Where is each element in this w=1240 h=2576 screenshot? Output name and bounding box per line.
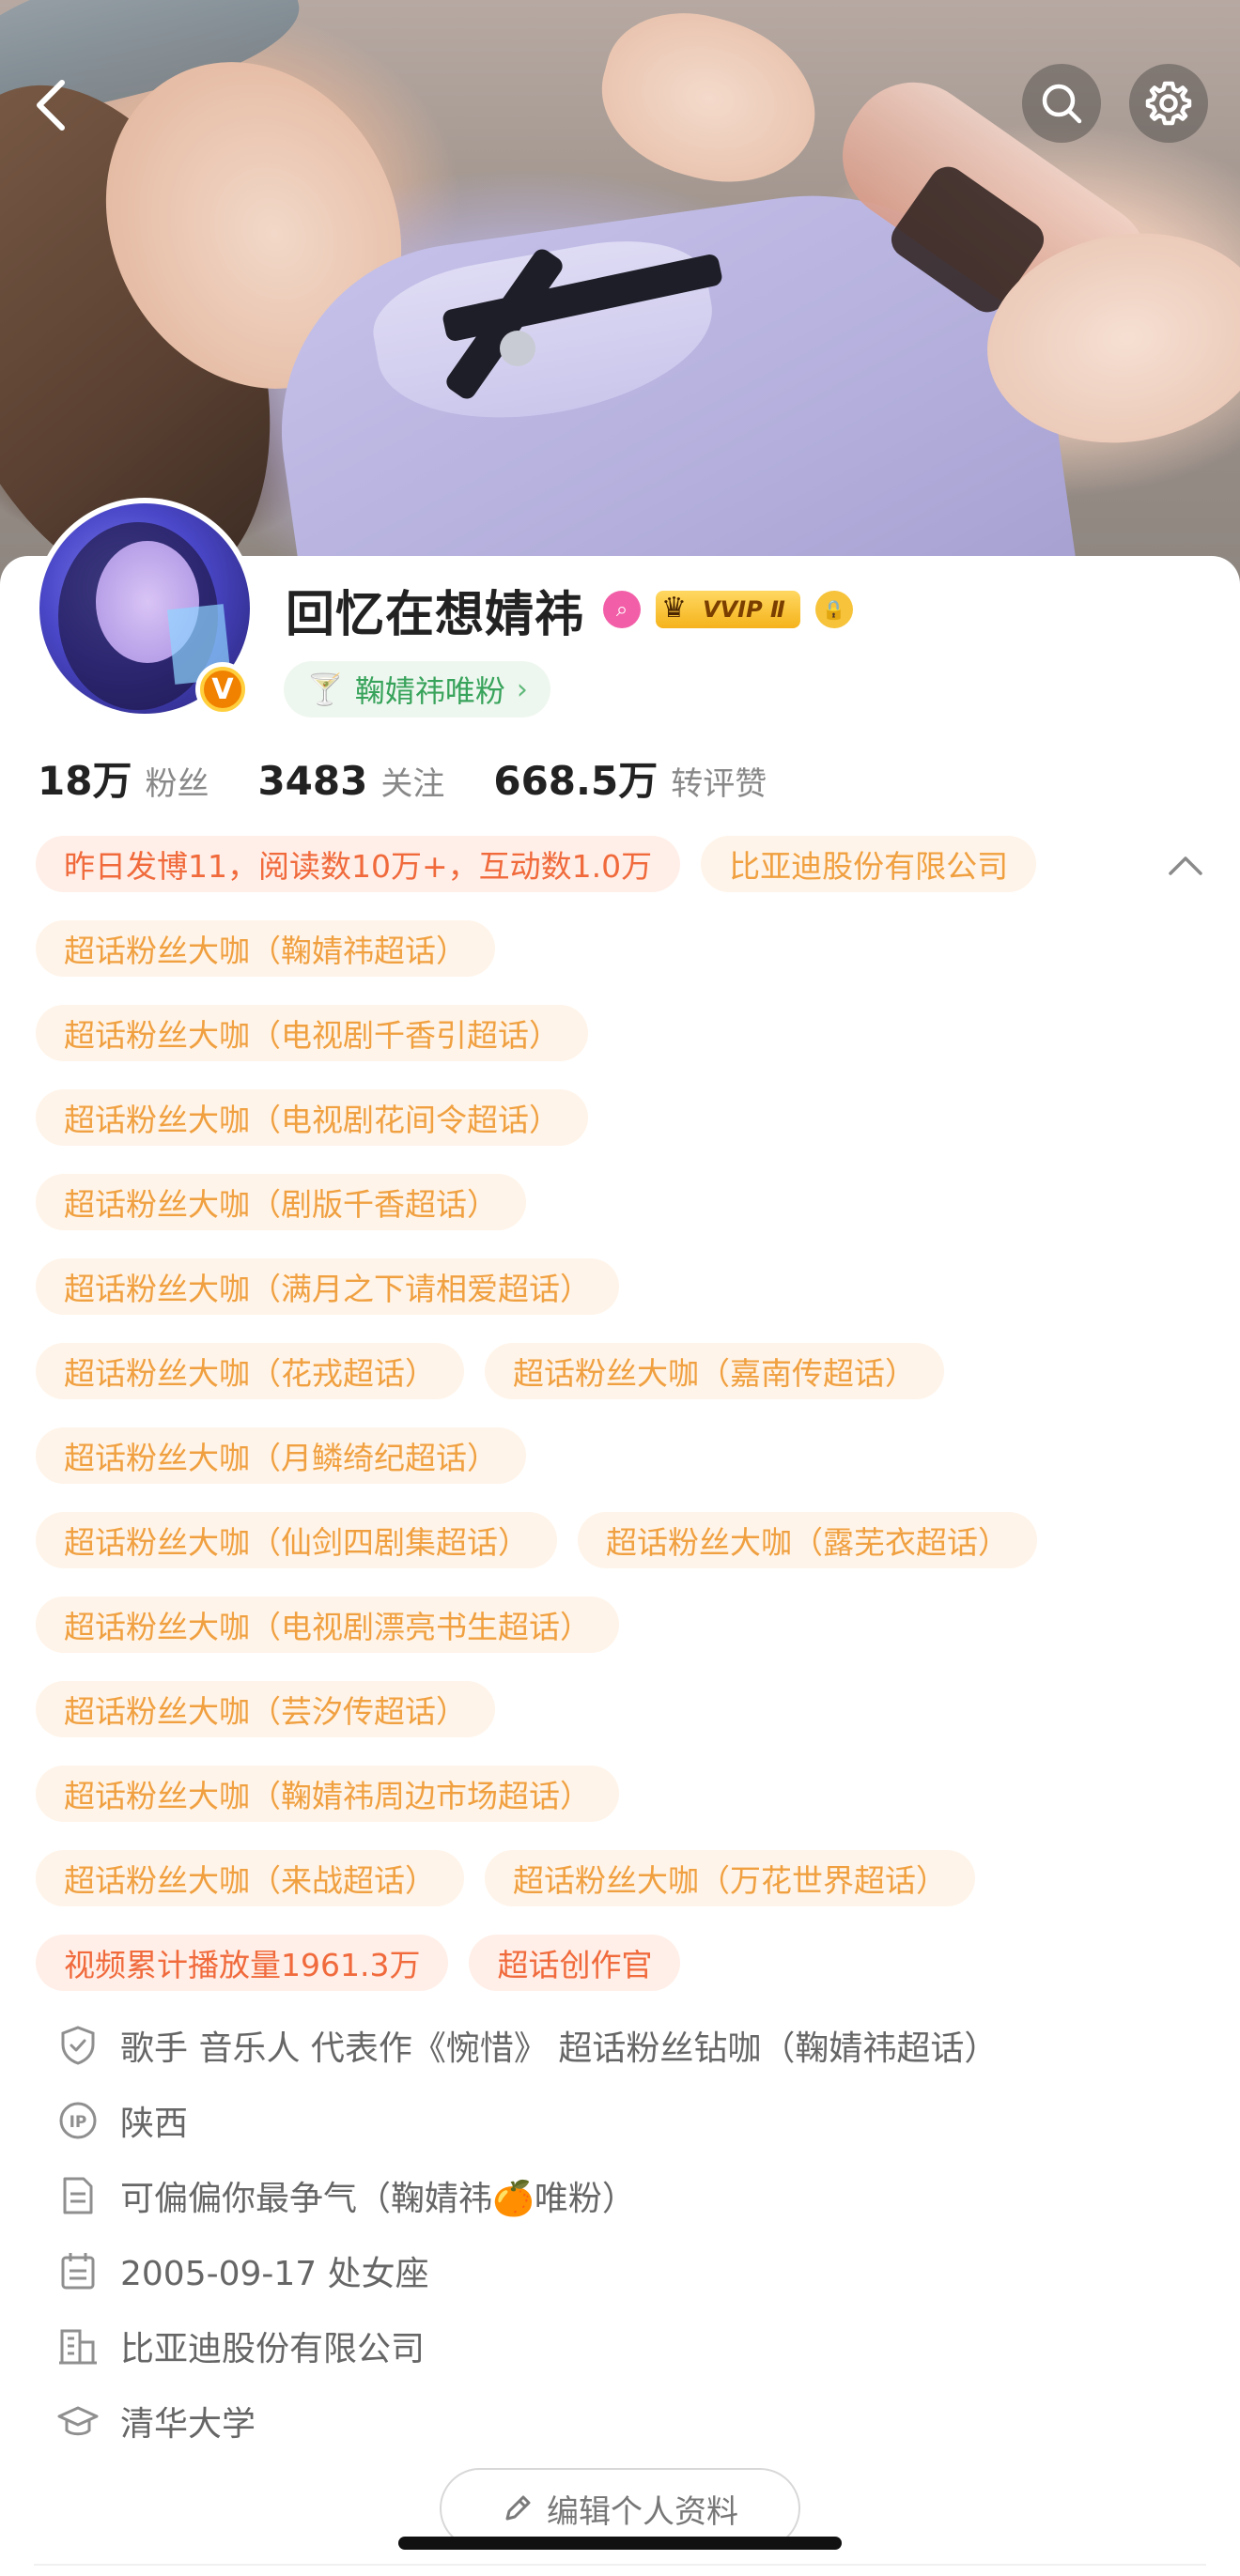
tag-row: 超话粉丝大咖（剧版千香超话）	[36, 1174, 1144, 1230]
lock-badge-icon[interactable]: 🔒	[814, 591, 853, 628]
tag-video-plays[interactable]: 视频累计播放量1961.3万	[36, 1935, 449, 1991]
tag-row: 超话粉丝大咖（来战超话） 超话粉丝大咖（万花世界超话）	[36, 1850, 1144, 1906]
pencil-icon	[505, 2495, 531, 2521]
svg-text:IP: IP	[70, 2113, 87, 2132]
ip-location: 陕西	[120, 2105, 189, 2143]
info-ip: IP 陕西	[54, 2083, 1182, 2158]
tag-superfan[interactable]: 超话粉丝大咖（电视剧千香引超话）	[36, 1005, 588, 1061]
gear-icon	[1145, 81, 1192, 126]
tag-creator[interactable]: 超话创作官	[469, 1935, 681, 1991]
tag-superfan[interactable]: 超话粉丝大咖（花戎超话）	[36, 1343, 464, 1399]
tag-superfan[interactable]: 超话粉丝大咖（万花世界超话）	[485, 1850, 975, 1906]
building-icon	[54, 2322, 101, 2369]
info-company: 比亚迪股份有限公司	[54, 2308, 1182, 2383]
stat-followers[interactable]: 18万 粉丝	[38, 749, 209, 807]
info-school: 清华大学	[54, 2383, 1182, 2459]
info-verified[interactable]: 歌手 音乐人 代表作《惋惜》 超话粉丝钻咖（鞠婧祎超话）	[54, 2008, 1182, 2083]
tag-superfan[interactable]: 超话粉丝大咖（露芜衣超话）	[578, 1512, 1037, 1568]
tag-superfan[interactable]: 超话粉丝大咖（满月之下请相爱超话）	[36, 1258, 619, 1315]
document-icon	[54, 2172, 101, 2219]
vvip-badge[interactable]: ♛ VVIP Ⅱ	[656, 591, 800, 628]
tag-superfan[interactable]: 超话粉丝大咖（电视剧花间令超话）	[36, 1089, 588, 1146]
cover-ribbon-knot	[500, 331, 535, 366]
tag-row: 超话粉丝大咖（鞠婧祎周边市场超话）	[36, 1766, 1144, 1822]
tag-list: 昨日发博11，阅读数10万+，互动数1.0万 比亚迪股份有限公司 超话粉丝大咖（…	[36, 836, 1144, 2019]
crown-icon: ♛	[661, 592, 687, 625]
tag-row: 超话粉丝大咖（芸汐传超话）	[36, 1681, 1144, 1737]
collapse-chevron-icon	[1169, 856, 1202, 875]
stat-number: 668.5万	[493, 758, 659, 804]
search-icon	[1042, 84, 1082, 124]
tag-row: 视频累计播放量1961.3万 超话创作官	[36, 1935, 1144, 1991]
search-button[interactable]	[1022, 64, 1101, 143]
stat-following[interactable]: 3483 关注	[257, 758, 444, 804]
tag-row: 超话粉丝大咖（鞠婧祎超话）	[36, 920, 1144, 977]
verified-v-icon: V	[200, 667, 245, 712]
shield-icon	[54, 2022, 101, 2069]
tag-superfan[interactable]: 超话粉丝大咖（剧版千香超话）	[36, 1174, 526, 1230]
home-indicator	[398, 2537, 842, 2550]
tag-row: 超话粉丝大咖（仙剑四剧集超话） 超话粉丝大咖（露芜衣超话）	[36, 1512, 1144, 1568]
vvip-label: VVIP Ⅱ	[703, 596, 785, 623]
user-name: 回忆在想婧祎	[286, 586, 585, 643]
stat-label: 转评赞	[671, 765, 767, 803]
stat-label: 粉丝	[145, 765, 209, 803]
tag-row: 超话粉丝大咖（满月之下请相爱超话）	[36, 1258, 1144, 1315]
tag-row: 超话粉丝大咖（电视剧花间令超话）	[36, 1089, 1144, 1146]
stat-label: 关注	[380, 765, 445, 803]
stats-row: 18万 粉丝 3483 关注 668.5万 转评赞	[38, 749, 815, 806]
tag-superfan[interactable]: 超话粉丝大咖（鞠婧祎超话）	[36, 920, 495, 977]
stat-interactions[interactable]: 668.5万 转评赞	[493, 749, 767, 807]
ip-icon: IP	[54, 2097, 101, 2144]
info-birthday: 2005-09-17 处女座	[54, 2233, 1182, 2308]
fan-chip[interactable]: 🍸 鞠婧祎唯粉 ›	[284, 661, 550, 717]
verified-badge: V	[195, 662, 250, 717]
tag-row: 超话粉丝大咖（电视剧漂亮书生超话）	[36, 1597, 1144, 1653]
tag-row: 超话粉丝大咖（电视剧千香引超话）	[36, 1005, 1144, 1061]
birthday-text: 2005-09-17 处女座	[120, 2255, 429, 2293]
name-row: 回忆在想婧祎 ⌕ ♛ VVIP Ⅱ 🔒	[286, 577, 853, 643]
tag-row: 超话粉丝大咖（花戎超话） 超话粉丝大咖（嘉南传超话）	[36, 1343, 1144, 1399]
calendar-icon	[54, 2247, 101, 2294]
tag-superfan[interactable]: 超话粉丝大咖（鞠婧祎周边市场超话）	[36, 1766, 619, 1822]
next-section-edge	[34, 2564, 1206, 2576]
back-button[interactable]	[17, 66, 85, 145]
tag-row: 超话粉丝大咖（月鳞绮纪超话）	[36, 1427, 1144, 1484]
stat-number: 18万	[38, 758, 132, 804]
fan-chip-label: 鞠婧祎唯粉	[354, 673, 505, 709]
tag-row: 昨日发博11，阅读数10万+，互动数1.0万 比亚迪股份有限公司	[36, 836, 1144, 892]
tag-superfan[interactable]: 超话粉丝大咖（来战超话）	[36, 1850, 464, 1906]
back-icon	[37, 80, 65, 131]
verified-text: 歌手 音乐人 代表作《惋惜》 超话粉丝钻咖（鞠婧祎超话）	[120, 2029, 999, 2068]
chevron-right-icon: ›	[516, 672, 528, 706]
tag-company[interactable]: 比亚迪股份有限公司	[701, 836, 1037, 892]
cocktail-icon: 🍸	[306, 671, 344, 707]
school-text: 清华大学	[120, 2405, 256, 2444]
tag-superfan[interactable]: 超话粉丝大咖（仙剑四剧集超话）	[36, 1512, 557, 1568]
profile-info: 歌手 音乐人 代表作《惋惜》 超话粉丝钻咖（鞠婧祎超话） IP 陕西 可偏偏你最…	[54, 2008, 1182, 2459]
settings-button[interactable]	[1129, 64, 1208, 143]
cover-hand	[583, 0, 835, 204]
collapse-tags-button[interactable]	[1165, 845, 1206, 887]
edit-profile-label: 编辑个人资料	[547, 2492, 738, 2531]
tag-superfan[interactable]: 超话粉丝大咖（电视剧漂亮书生超话）	[36, 1597, 619, 1653]
bio-text: 可偏偏你最争气（鞠婧祎🍊唯粉）	[120, 2180, 636, 2218]
info-bio: 可偏偏你最争气（鞠婧祎🍊唯粉）	[54, 2158, 1182, 2233]
tag-superfan[interactable]: 超话粉丝大咖（芸汐传超话）	[36, 1681, 495, 1737]
company-text: 比亚迪股份有限公司	[120, 2330, 426, 2368]
search-badge-icon[interactable]: ⌕	[603, 591, 642, 628]
tag-superfan[interactable]: 超话粉丝大咖（嘉南传超话）	[485, 1343, 944, 1399]
stat-number: 3483	[257, 758, 368, 804]
graduation-cap-icon	[54, 2398, 101, 2445]
tag-activity[interactable]: 昨日发博11，阅读数10万+，互动数1.0万	[36, 836, 681, 892]
tag-superfan[interactable]: 超话粉丝大咖（月鳞绮纪超话）	[36, 1427, 526, 1484]
